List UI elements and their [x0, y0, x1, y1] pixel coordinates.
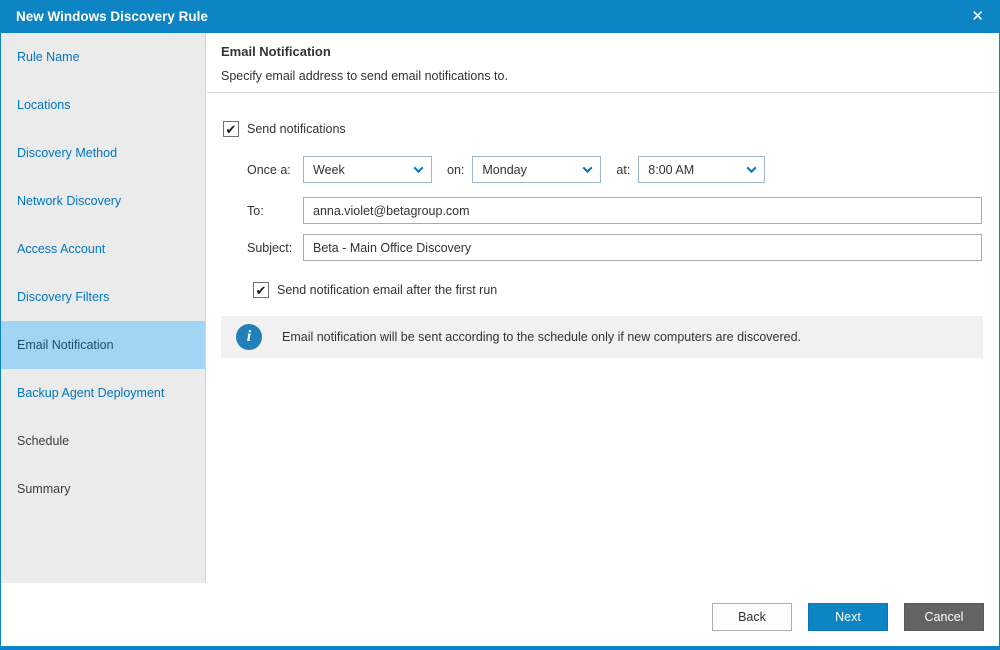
header-divider — [207, 92, 998, 93]
sidebar-item-access-account[interactable]: Access Account — [1, 225, 205, 273]
wizard-steps-sidebar: Rule Name Locations Discovery Method Net… — [1, 33, 206, 583]
window-title: New Windows Discovery Rule — [16, 9, 208, 24]
first-run-checkbox[interactable]: ✔ — [253, 282, 269, 298]
sidebar-item-email-notification[interactable]: Email Notification — [1, 321, 205, 369]
sidebar-item-locations[interactable]: Locations — [1, 81, 205, 129]
to-row: To: — [247, 197, 982, 224]
info-icon: i — [236, 324, 262, 350]
sidebar-item-discovery-method[interactable]: Discovery Method — [1, 129, 205, 177]
page-title: Email Notification — [221, 44, 331, 59]
at-label: at: — [616, 162, 631, 177]
subject-input[interactable] — [303, 234, 982, 261]
chevron-down-icon — [582, 163, 593, 174]
check-icon: ✔ — [225, 121, 237, 137]
chevron-down-icon — [746, 163, 757, 174]
back-button[interactable]: Back — [712, 603, 792, 631]
frequency-dropdown[interactable]: Week — [303, 156, 432, 183]
to-input[interactable] — [303, 197, 982, 224]
time-dropdown[interactable]: 8:00 AM — [638, 156, 766, 183]
send-notifications-checkbox[interactable]: ✔ — [223, 121, 239, 137]
frequency-value: Week — [313, 162, 345, 177]
chevron-down-icon — [413, 163, 424, 174]
sidebar-item-network-discovery[interactable]: Network Discovery — [1, 177, 205, 225]
send-notifications-row: ✔ Send notifications — [223, 121, 346, 137]
subject-label: Subject: — [247, 240, 293, 255]
cancel-button[interactable]: Cancel — [904, 603, 984, 631]
first-run-label: Send notification email after the first … — [277, 283, 498, 297]
sidebar-item-schedule[interactable]: Schedule — [1, 417, 205, 465]
dialog-window: New Windows Discovery Rule ✕ Rule Name L… — [0, 0, 1000, 650]
day-value: Monday — [482, 162, 527, 177]
next-button[interactable]: Next — [808, 603, 888, 631]
first-run-row: ✔ Send notification email after the firs… — [253, 282, 497, 298]
on-label: on: — [447, 162, 465, 177]
sidebar-item-rule-name[interactable]: Rule Name — [1, 33, 205, 81]
info-text: Email notification will be sent accordin… — [282, 330, 802, 344]
sidebar-item-summary[interactable]: Summary — [1, 465, 205, 513]
send-notifications-label: Send notifications — [247, 122, 346, 136]
close-icon[interactable]: ✕ — [971, 9, 984, 24]
subject-row: Subject: — [247, 234, 982, 261]
time-value: 8:00 AM — [648, 162, 695, 177]
sidebar-item-backup-agent-deployment[interactable]: Backup Agent Deployment — [1, 369, 205, 417]
info-banner: i Email notification will be sent accord… — [221, 316, 983, 358]
page-subtitle: Specify email address to send email noti… — [221, 69, 508, 83]
once-a-label: Once a: — [247, 162, 291, 177]
to-label: To: — [247, 203, 264, 218]
titlebar: New Windows Discovery Rule ✕ — [1, 0, 999, 33]
check-icon: ✔ — [255, 282, 267, 298]
day-dropdown[interactable]: Monday — [472, 156, 602, 183]
sidebar-item-discovery-filters[interactable]: Discovery Filters — [1, 273, 205, 321]
schedule-row: Once a: Week on: Monday at: 8:00 AM — [247, 156, 766, 183]
